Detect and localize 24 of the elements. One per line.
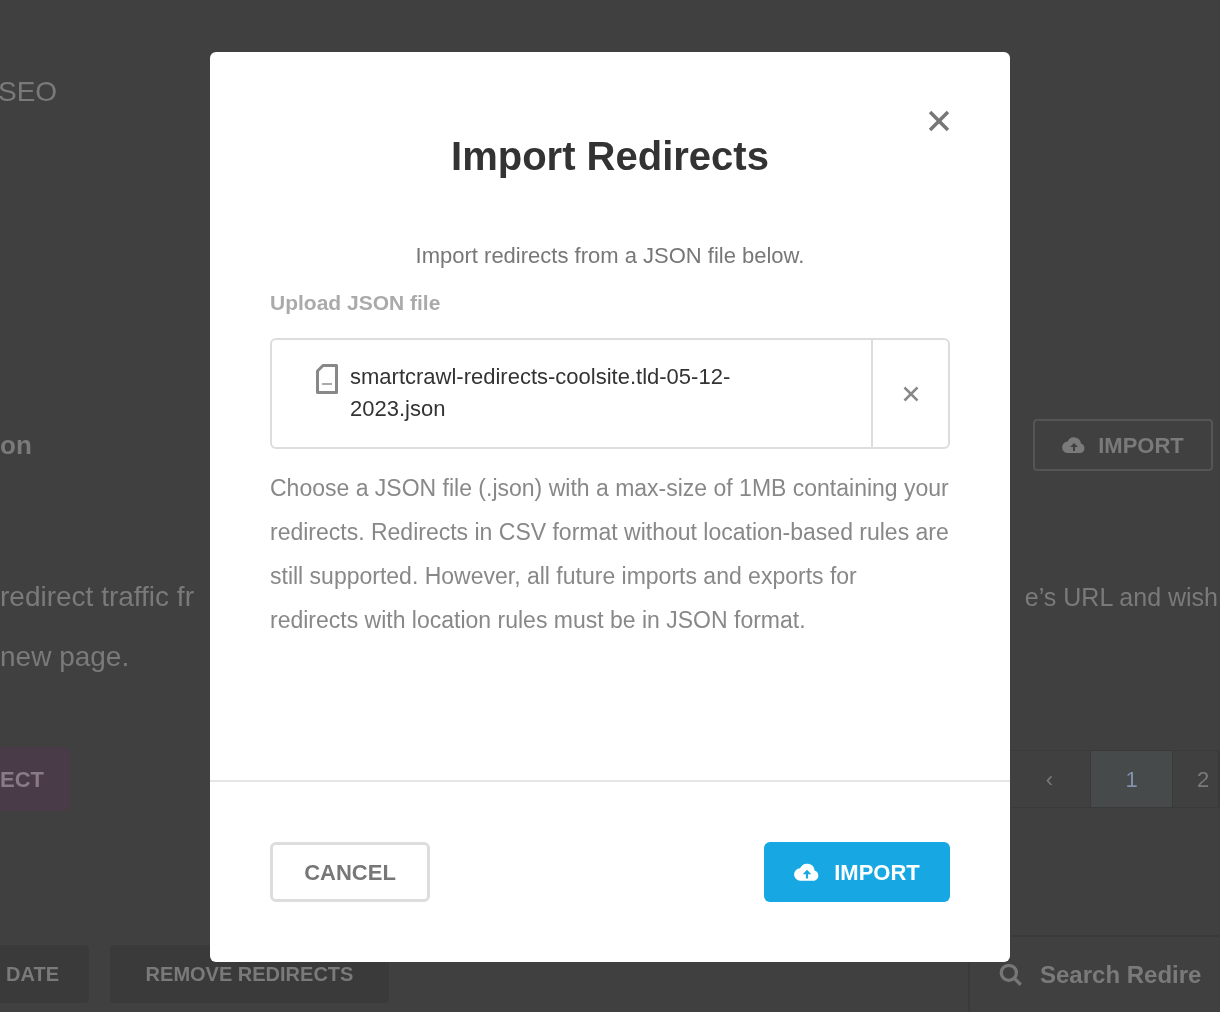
section-title: on	[0, 428, 32, 462]
import-button[interactable]: IMPORT	[764, 842, 950, 902]
remove-file-icon[interactable]	[902, 385, 919, 402]
help-text: Choose a JSON file (.json) with a max-size of 1MB containing your redirects. Redirects in CSV format without location-based rules are still supported. However, all future imports and exports for redirects with location rules must be in JSON format.	[270, 474, 950, 635]
pagination-button[interactable]: 1	[1091, 751, 1173, 807]
cloud-upload-icon	[794, 862, 821, 882]
file-icon	[316, 364, 338, 394]
cloud-upload-icon	[1062, 436, 1087, 454]
field-label: Upload JSON file	[270, 290, 441, 316]
dialog-intro: Import redirects from a JSON file below.	[415, 242, 805, 270]
description-text: e’s URL and wish	[1024, 582, 1218, 613]
close-icon[interactable]	[928, 110, 950, 132]
description-text: redirect traffic fr	[0, 580, 194, 614]
file-name: smartcrawl-redirects-coolsite.tld-05-12-2023.json	[350, 363, 732, 423]
bulk-action-button[interactable]: DATE	[0, 945, 89, 1003]
dialog-title: Import Redirects	[451, 133, 769, 180]
import-button[interactable]: IMPORT	[1033, 419, 1213, 471]
file-upload-field[interactable]: smartcrawl-redirects-coolsite.tld-05-12-2023.json	[270, 338, 950, 449]
add-redirect-button[interactable]: ECT	[0, 747, 70, 811]
description-text: new page.	[0, 640, 131, 674]
cancel-button[interactable]: CANCEL	[270, 842, 430, 902]
search-icon	[998, 961, 1024, 988]
page-heading: SEO	[0, 76, 58, 107]
pagination-button[interactable]: 2	[1173, 751, 1219, 807]
